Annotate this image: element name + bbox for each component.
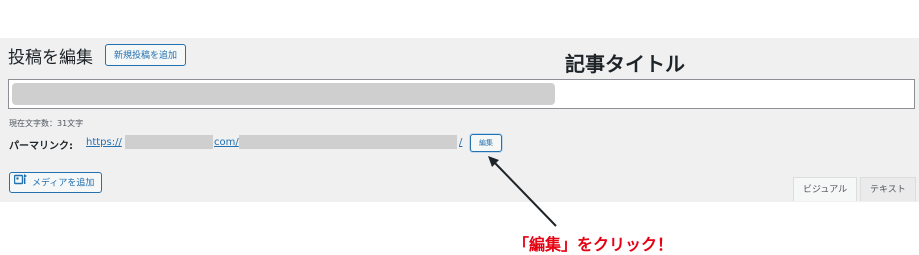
annotation-arrow — [488, 156, 557, 227]
annotation-click-hint: 「編集」をクリック！ — [513, 235, 674, 254]
